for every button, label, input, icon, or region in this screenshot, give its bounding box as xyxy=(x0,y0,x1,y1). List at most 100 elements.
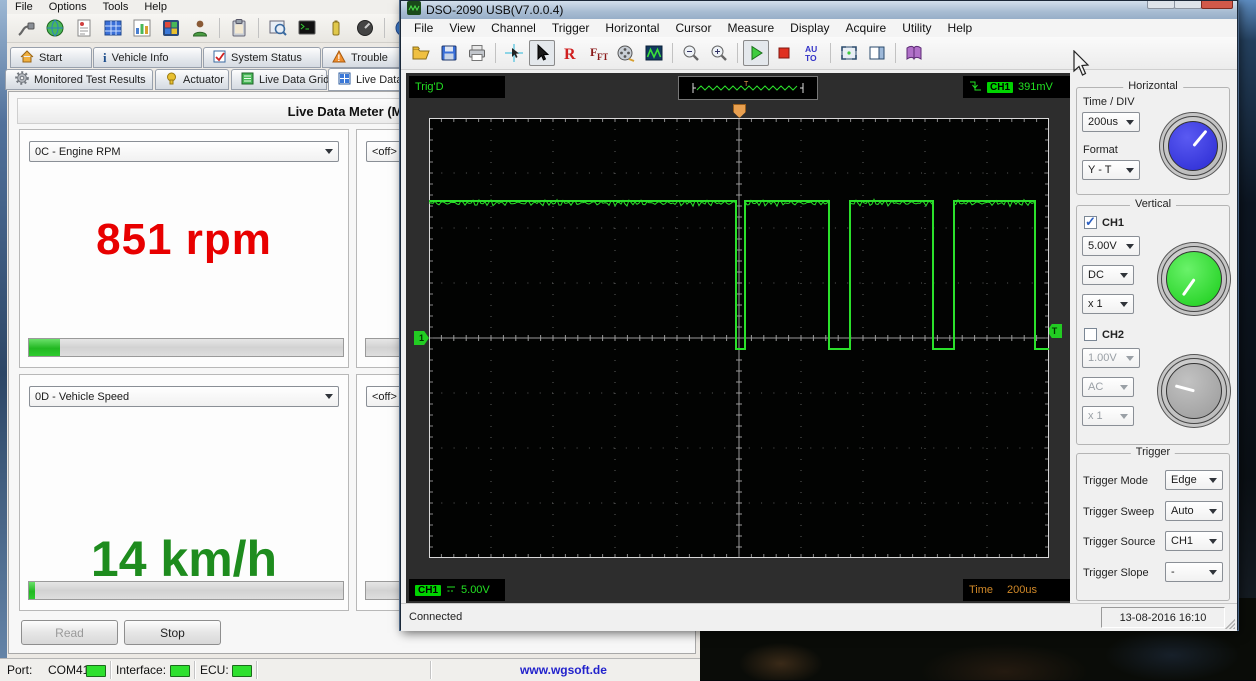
maximize-button[interactable] xyxy=(1174,1,1202,9)
knob-icon[interactable] xyxy=(352,15,378,41)
trigger-position-marker[interactable] xyxy=(733,104,746,118)
read-button[interactable]: Read xyxy=(21,620,118,645)
speed-parameter-select[interactable]: 0D - Vehicle Speed xyxy=(29,386,339,407)
ch2-volt-select[interactable]: 1.00V xyxy=(1082,348,1140,368)
tab-monitored-test-results[interactable]: Monitored Test Results xyxy=(5,69,153,90)
user-icon[interactable] xyxy=(187,15,213,41)
ch1-position-knob[interactable] xyxy=(1161,246,1227,312)
help-book-icon[interactable] xyxy=(901,40,927,66)
ch2-probe-select[interactable]: x 1 xyxy=(1082,406,1134,426)
report-icon[interactable] xyxy=(71,15,97,41)
windows-icon[interactable] xyxy=(158,15,184,41)
menu-file[interactable]: File xyxy=(406,20,441,36)
zoom-out-icon[interactable] xyxy=(678,40,704,66)
ch1-coupling-select[interactable]: DC xyxy=(1082,265,1134,285)
format-value: Y - T xyxy=(1088,164,1111,176)
clipboard-icon[interactable] xyxy=(226,15,252,41)
ch2-checkbox[interactable] xyxy=(1084,328,1097,341)
horizontal-position-knob[interactable] xyxy=(1163,116,1223,176)
toolbar-separator xyxy=(895,43,896,63)
scope-titlebar[interactable]: DSO-2090 USB(V7.0.0.4) xyxy=(401,1,1237,19)
actuator-icon xyxy=(165,72,178,88)
time-div-select[interactable]: 200us xyxy=(1082,112,1140,132)
tab-label: Trouble xyxy=(351,52,388,64)
menu-help[interactable]: Help xyxy=(136,0,175,14)
toolbar-separator xyxy=(219,18,220,38)
connect-icon[interactable] xyxy=(13,15,39,41)
ch2-coupling-select[interactable]: AC xyxy=(1082,377,1134,397)
stop-icon[interactable] xyxy=(771,40,797,66)
svg-text:FT: FT xyxy=(597,52,608,62)
close-button[interactable] xyxy=(1201,1,1233,9)
menu-file[interactable]: File xyxy=(7,0,41,14)
vertical-group-title: Vertical xyxy=(1130,198,1176,210)
trigger-group: Trigger Trigger Mode Edge Trigger Sweep … xyxy=(1076,453,1230,601)
menu-utility[interactable]: Utility xyxy=(894,20,939,36)
auto-icon[interactable]: AUTO xyxy=(799,40,825,66)
menu-acquire[interactable]: Acquire xyxy=(838,20,895,36)
search-window-icon[interactable] xyxy=(265,15,291,41)
trigger-sweep-select[interactable]: Auto xyxy=(1165,501,1223,521)
zoom-in-icon[interactable] xyxy=(706,40,732,66)
toolbar-separator xyxy=(672,43,673,63)
trigger-slope-value: - xyxy=(1171,566,1175,578)
battery-icon[interactable] xyxy=(323,15,349,41)
stop-button[interactable]: Stop xyxy=(124,620,221,645)
grid-icon[interactable] xyxy=(100,15,126,41)
format-select[interactable]: Y - T xyxy=(1082,160,1140,180)
scope-graticule[interactable] xyxy=(429,118,1049,558)
menu-cursor[interactable]: Cursor xyxy=(667,20,719,36)
minimize-button[interactable] xyxy=(1147,1,1175,9)
trigger-level-marker[interactable]: T xyxy=(1047,324,1062,338)
ch1-volt-select[interactable]: 5.00V xyxy=(1082,236,1140,256)
oscilloscope-window: DSO-2090 USB(V7.0.0.4) File View Channel… xyxy=(400,0,1238,630)
tab-vehicle-info[interactable]: i Vehicle Info xyxy=(93,47,202,68)
menu-options[interactable]: Options xyxy=(41,0,95,14)
ch2-position-knob[interactable] xyxy=(1161,358,1227,424)
tab-actuator[interactable]: Actuator xyxy=(155,69,229,90)
website-link[interactable]: www.wgsoft.de xyxy=(430,663,697,677)
resize-grip[interactable] xyxy=(1225,619,1235,629)
ch1-position-marker[interactable]: 1 xyxy=(414,331,429,345)
ch1-volt-value: 5.00V xyxy=(1088,240,1117,252)
menu-horizontal[interactable]: Horizontal xyxy=(597,20,667,36)
menu-measure[interactable]: Measure xyxy=(719,20,782,36)
open-icon[interactable] xyxy=(408,40,434,66)
waveform-icon[interactable] xyxy=(641,40,667,66)
fft-icon[interactable]: FFT xyxy=(585,40,611,66)
tab-system-status[interactable]: System Status xyxy=(203,47,321,68)
vertical-group: Vertical CH1 5.00V DC x 1 CH2 1.00V AC xyxy=(1076,205,1230,445)
ref-r-icon[interactable]: R xyxy=(557,40,583,66)
menu-channel[interactable]: Channel xyxy=(483,20,544,36)
menu-view[interactable]: View xyxy=(441,20,483,36)
ch1-probe-select[interactable]: x 1 xyxy=(1082,294,1134,314)
rpm-parameter-select[interactable]: 0C - Engine RPM xyxy=(29,141,339,162)
reel-icon[interactable] xyxy=(613,40,639,66)
trigger-source-select[interactable]: CH1 xyxy=(1165,531,1223,551)
print-icon[interactable] xyxy=(464,40,490,66)
fullscreen-icon[interactable] xyxy=(836,40,862,66)
globe-icon[interactable] xyxy=(42,15,68,41)
menu-help[interactable]: Help xyxy=(940,20,981,36)
ch1-checkbox[interactable] xyxy=(1084,216,1097,229)
trigger-slope-select[interactable]: - xyxy=(1165,562,1223,582)
menu-tools[interactable]: Tools xyxy=(95,0,137,14)
panel-icon[interactable] xyxy=(864,40,890,66)
menu-trigger[interactable]: Trigger xyxy=(544,20,598,36)
chevron-down-icon xyxy=(1120,302,1128,307)
window-title: DSO-2090 USB(V7.0.0.4) xyxy=(426,3,563,17)
warning-icon: ! xyxy=(332,50,346,66)
save-icon[interactable] xyxy=(436,40,462,66)
acquisition-preview[interactable]: T xyxy=(678,76,818,100)
menu-display[interactable]: Display xyxy=(782,20,837,36)
chart-icon[interactable] xyxy=(129,15,155,41)
cursor-crosshair-icon[interactable] xyxy=(501,40,527,66)
ch1-badge: CH1 xyxy=(415,585,441,596)
tab-live-data-grid[interactable]: Live Data Grid xyxy=(231,69,327,90)
trigger-mode-select[interactable]: Edge xyxy=(1165,470,1223,490)
tab-start[interactable]: Start xyxy=(10,47,92,68)
play-icon[interactable] xyxy=(743,40,769,66)
select-arrow-icon[interactable] xyxy=(529,40,555,66)
speed-value: 14 km/h xyxy=(20,530,348,588)
terminal-icon[interactable] xyxy=(294,15,320,41)
